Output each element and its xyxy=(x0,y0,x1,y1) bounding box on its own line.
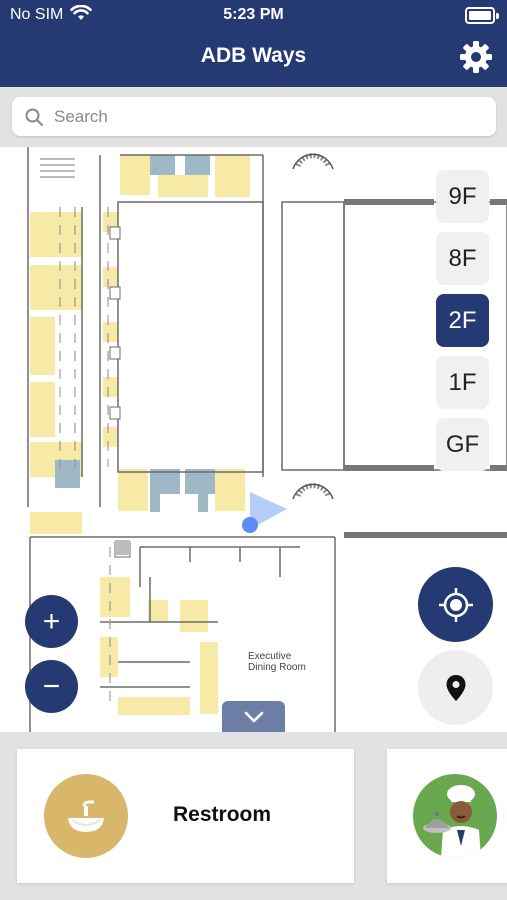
search-icon xyxy=(25,108,43,131)
search-box[interactable] xyxy=(12,97,496,136)
app-header: No SIM 5:23 PM ADB Ways xyxy=(0,0,507,87)
map-pin-icon xyxy=(446,674,465,701)
floor-button-gf[interactable]: GF xyxy=(436,418,489,471)
chevron-down-icon xyxy=(244,711,263,723)
category-carousel: Restroom xyxy=(0,732,507,900)
floor-button-8f[interactable]: 8F xyxy=(436,232,489,285)
category-card-restroom[interactable]: Restroom xyxy=(17,749,354,883)
floor-plan: Executive Dining Room xyxy=(27,147,507,732)
clock: 5:23 PM xyxy=(223,6,284,23)
category-card-dining[interactable] xyxy=(387,749,507,883)
page-title: ADB Ways xyxy=(200,44,307,67)
status-bar: No SIM 5:23 PM xyxy=(0,0,507,30)
user-location-dot xyxy=(242,517,258,533)
search-input[interactable] xyxy=(52,103,486,131)
crosshair-icon xyxy=(438,587,473,622)
floor-button-1f[interactable]: 1F xyxy=(436,356,489,409)
category-label-restroom: Restroom xyxy=(173,803,272,826)
floor-button-2f[interactable]: 2F xyxy=(436,294,489,347)
zoom-in-button[interactable]: + xyxy=(25,595,78,648)
room-label-line2: Dining Room xyxy=(248,662,306,673)
locate-me-button[interactable] xyxy=(418,567,493,642)
settings-gear-icon[interactable] xyxy=(459,40,493,74)
expand-panel-button[interactable] xyxy=(222,701,285,733)
floor-button-9f[interactable]: 9F xyxy=(436,170,489,223)
zoom-out-button[interactable]: − xyxy=(25,660,78,713)
indoor-map[interactable]: Executive Dining Room 9F 8F 2F 1F GF + − xyxy=(0,147,507,732)
battery-icon xyxy=(465,7,499,24)
room-label-line1: Executive xyxy=(248,651,292,662)
search-bar-area xyxy=(0,87,507,147)
dining-chef-icon xyxy=(413,774,497,858)
pin-button[interactable] xyxy=(418,650,493,725)
restroom-sink-icon xyxy=(44,774,128,858)
